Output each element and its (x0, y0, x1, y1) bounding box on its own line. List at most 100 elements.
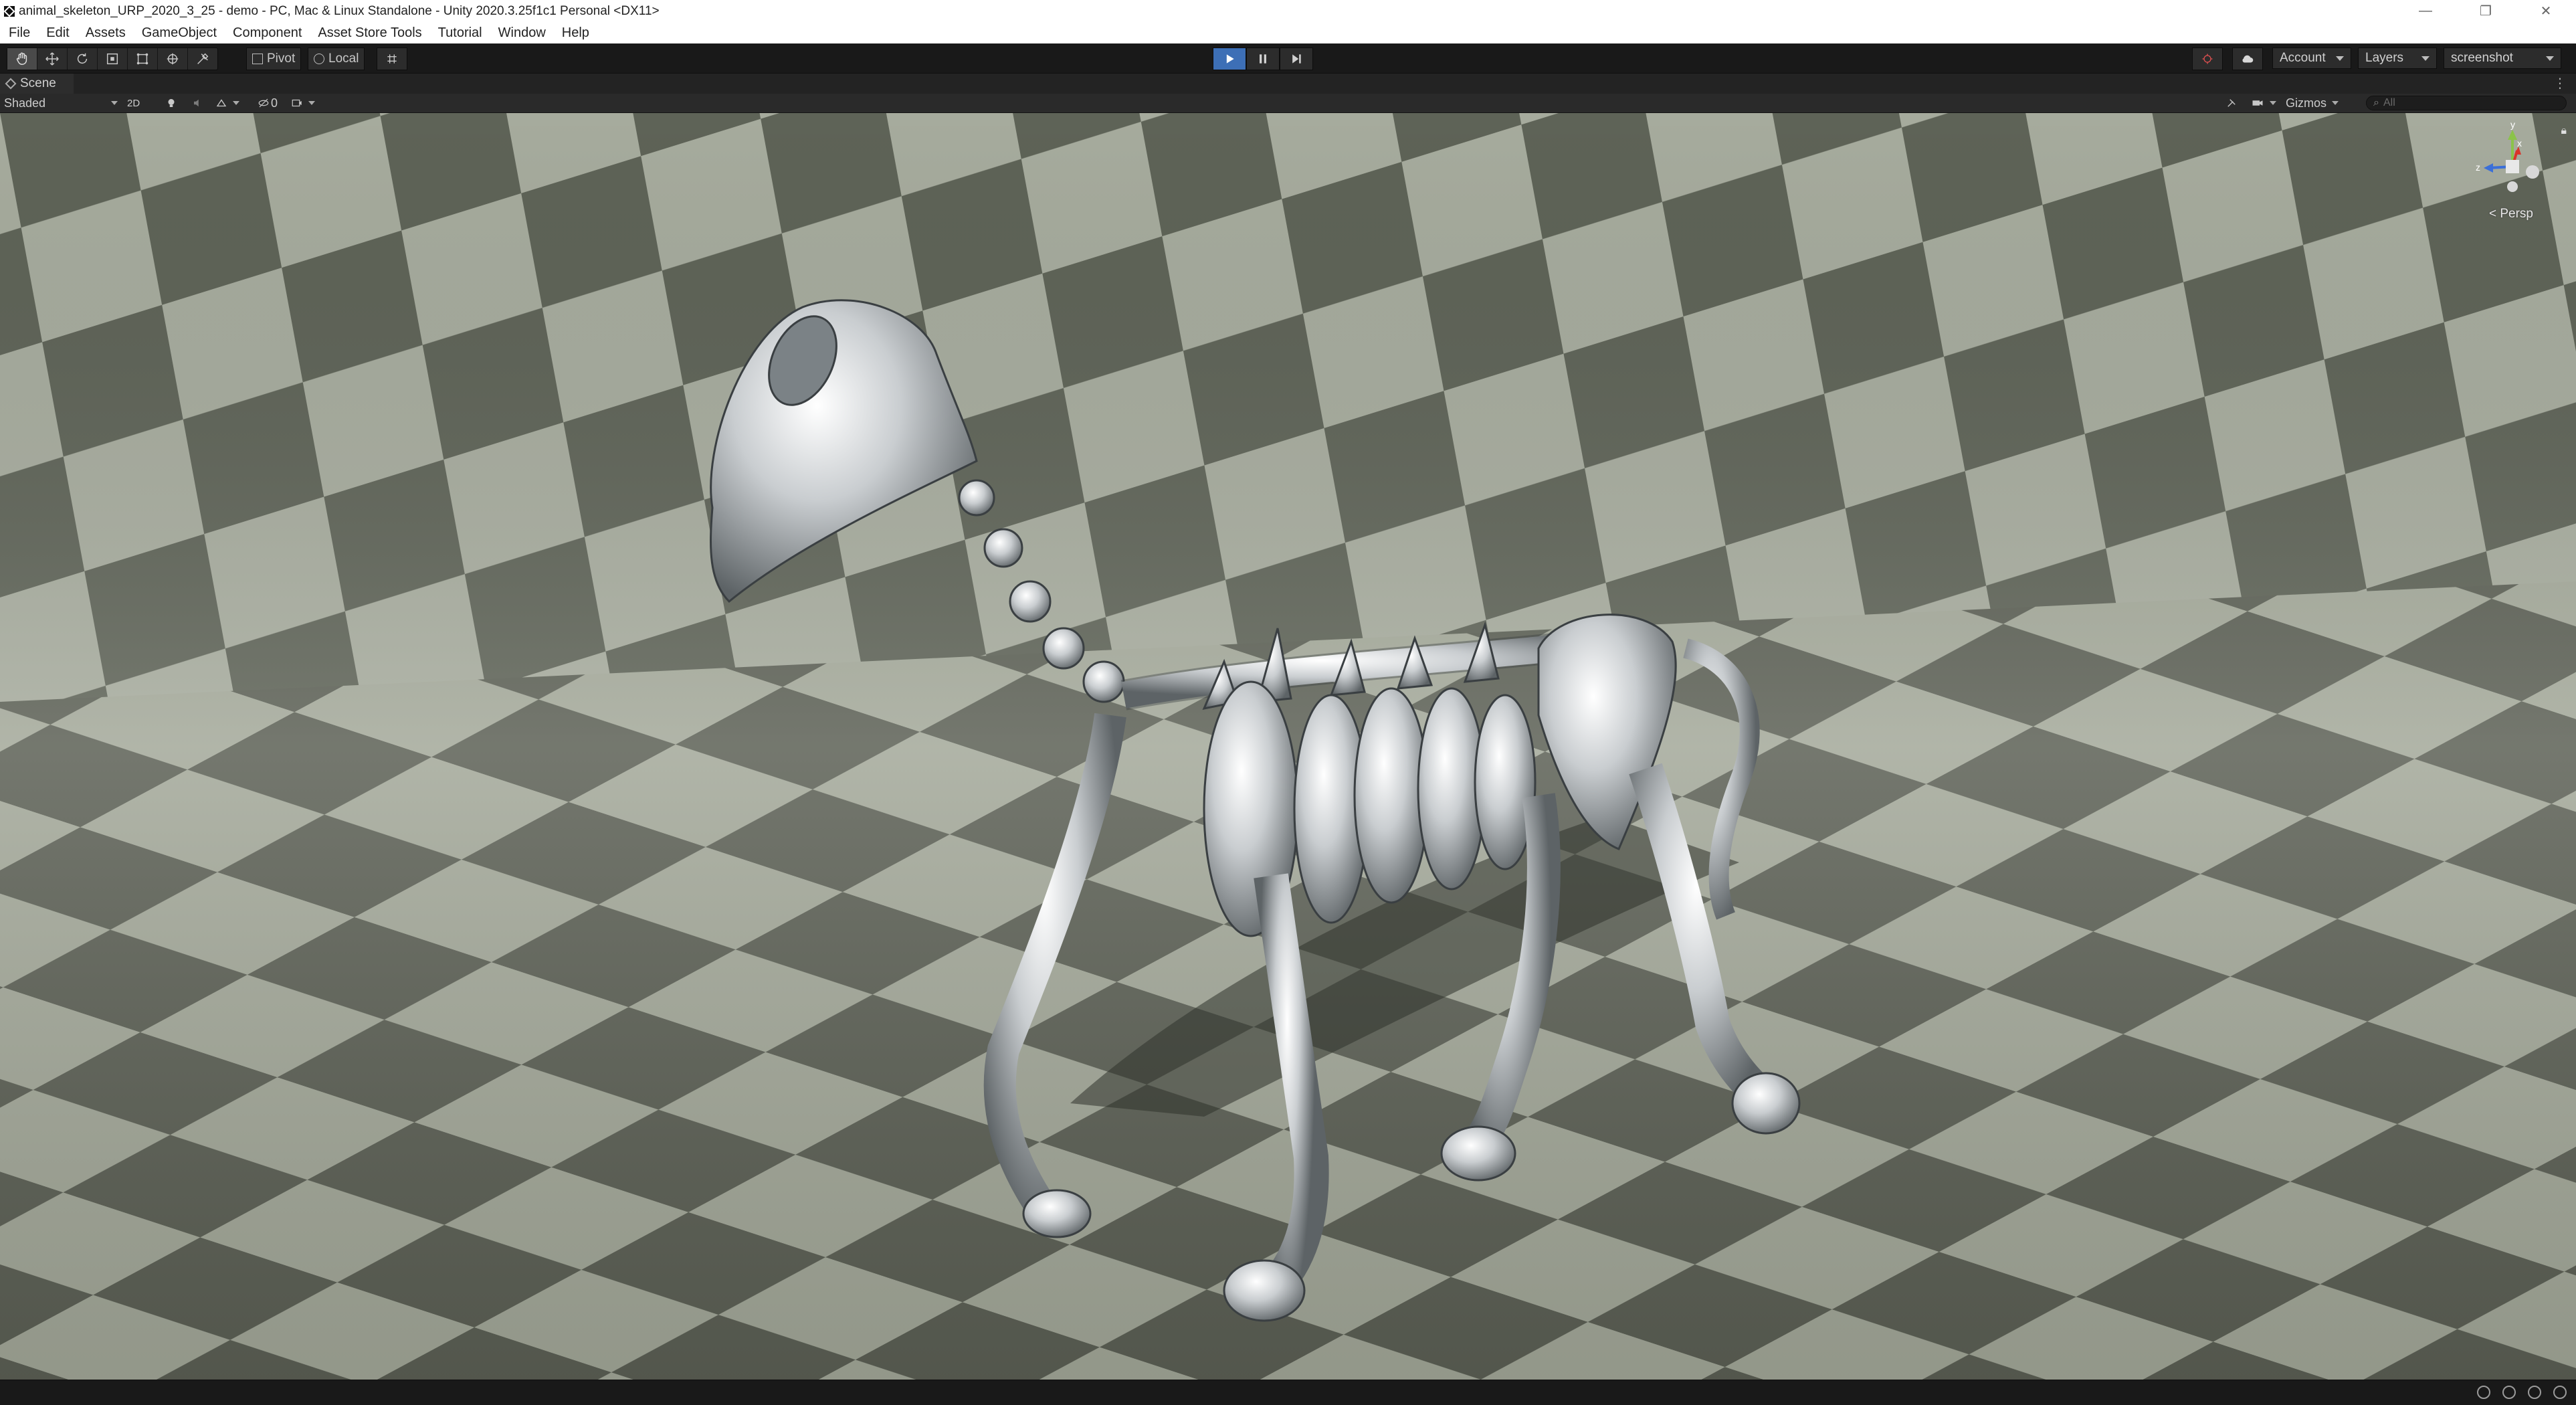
persp-chevron-icon: < (2488, 207, 2497, 221)
debug-icon[interactable] (2477, 1386, 2490, 1399)
menu-edit[interactable]: Edit (38, 25, 77, 41)
speaker-icon (194, 99, 199, 107)
pause-icon (1260, 54, 1266, 64)
effects-icon (216, 99, 227, 107)
chevron-down-icon (2421, 56, 2430, 61)
z-axis-label: z (2476, 162, 2480, 173)
menu-asset-store-tools[interactable]: Asset Store Tools (310, 25, 429, 41)
status-bar (0, 1380, 2576, 1405)
chevron-down-icon (2336, 56, 2344, 61)
step-icon (1292, 54, 1301, 64)
chevron-down-icon (308, 101, 315, 105)
minimize-button[interactable]: — (2395, 0, 2456, 22)
layers-status-icon[interactable] (2502, 1386, 2516, 1399)
account-dropdown[interactable]: Account (2272, 48, 2351, 69)
audio-toggle[interactable] (192, 95, 204, 111)
play-icon (1226, 54, 1234, 64)
play-controls (1213, 48, 1313, 70)
scene-viewport[interactable]: y x z < Persp 🔒︎ (0, 113, 2576, 1380)
hidden-count: 0 (271, 96, 278, 110)
gizmos-label: Gizmos (2286, 96, 2327, 110)
search-icon: ⌕ (2373, 97, 2379, 108)
account-label: Account (2280, 51, 2326, 65)
menu-tutorial[interactable]: Tutorial (430, 25, 490, 41)
scale-tool-button[interactable] (98, 48, 128, 70)
rotate-icon (77, 53, 88, 64)
unity-logo-icon (3, 5, 15, 17)
move-tool-button[interactable] (37, 48, 68, 70)
chevron-down-icon (111, 101, 118, 105)
menu-gameobject[interactable]: GameObject (134, 25, 225, 41)
local-label: Local (328, 52, 359, 66)
chevron-down-icon (2270, 101, 2276, 105)
x-axis-label: x (2517, 138, 2522, 149)
lightbulb-icon (168, 99, 175, 107)
scene-tab-bar: Scene ⋮ (0, 74, 2576, 94)
move-icon (45, 52, 59, 66)
pause-button[interactable] (1246, 48, 1280, 70)
y-axis-handle[interactable] (2508, 130, 2517, 140)
orientation-gizmo[interactable]: y x z (2476, 120, 2549, 220)
tools-icon (2227, 99, 2236, 107)
pivot-label: Pivot (267, 52, 296, 66)
window-title-bar: animal_skeleton_URP_2020_3_25 - demo - P… (0, 0, 2576, 22)
main-toolbar: Pivot Local Account Layers screenshot (0, 43, 2576, 74)
chevron-down-icon (233, 101, 239, 105)
hand-icon (16, 52, 27, 65)
hand-tool-button[interactable] (7, 48, 37, 70)
2d-toggle[interactable]: 2D (127, 95, 140, 111)
cloud-button[interactable] (2232, 48, 2263, 70)
more-options-icon[interactable]: ⋮ (2553, 77, 2567, 90)
y-axis-label: y (2510, 120, 2515, 130)
scene-render (0, 113, 2576, 1380)
progress-icon[interactable] (2553, 1386, 2567, 1399)
camera-settings-dropdown[interactable] (291, 95, 315, 111)
pivot-toggle[interactable]: Pivot (246, 48, 302, 70)
grid-snap-button[interactable] (377, 48, 407, 70)
eye-slash-icon (258, 98, 269, 108)
draw-mode-label: Shaded (4, 96, 46, 110)
scale-icon (106, 53, 118, 65)
tab-scene[interactable]: Scene (0, 74, 74, 94)
scene-icon (5, 78, 17, 90)
transform-tools (7, 48, 218, 70)
scene-view-toolbar: Shaded 2D 0 Gizmos ⌕ All (0, 94, 2576, 113)
lighting-toggle[interactable] (165, 95, 177, 111)
step-button[interactable] (1280, 48, 1313, 70)
menu-file[interactable]: File (0, 25, 38, 41)
menu-help[interactable]: Help (554, 25, 597, 41)
layers-label: Layers (2365, 51, 2404, 65)
gizmos-dropdown[interactable]: Gizmos (2286, 95, 2339, 111)
center-cube[interactable] (2506, 160, 2519, 173)
layout-dropdown[interactable]: screenshot (2444, 48, 2561, 69)
camera-icon (2252, 100, 2263, 106)
scene-search-input[interactable]: ⌕ All (2366, 96, 2567, 110)
transform-tool-button[interactable] (158, 48, 188, 70)
play-button[interactable] (1213, 48, 1246, 70)
z-axis-handle[interactable] (2484, 163, 2493, 173)
menu-bar: File Edit Assets GameObject Component As… (0, 22, 2576, 43)
rotate-tool-button[interactable] (68, 48, 98, 70)
menu-assets[interactable]: Assets (78, 25, 134, 41)
camera-dropdown[interactable] (2251, 95, 2276, 111)
close-button[interactable]: ✕ (2516, 0, 2576, 22)
lock-icon[interactable]: 🔒︎ (2561, 125, 2567, 137)
menu-window[interactable]: Window (490, 25, 554, 41)
local-toggle[interactable]: Local (308, 48, 365, 70)
effects-dropdown[interactable] (215, 95, 239, 111)
transform-icon (167, 53, 179, 65)
collab-button[interactable] (2192, 48, 2223, 70)
window-title: animal_skeleton_URP_2020_3_25 - demo - P… (19, 3, 660, 18)
custom-tool-button[interactable] (188, 48, 217, 70)
hidden-objects-toggle[interactable]: 0 (258, 95, 278, 111)
draw-mode-dropdown[interactable]: Shaded (4, 95, 118, 111)
projection-toggle[interactable]: < Persp (2489, 207, 2533, 221)
tools-toggle[interactable] (2225, 95, 2238, 111)
restore-button[interactable]: ❐ (2456, 0, 2516, 22)
cache-server-icon[interactable] (2528, 1386, 2541, 1399)
layers-dropdown[interactable]: Layers (2358, 48, 2437, 69)
pivot-icon (252, 54, 263, 64)
projection-label: Persp (2500, 207, 2533, 221)
rect-tool-button[interactable] (128, 48, 158, 70)
menu-component[interactable]: Component (225, 25, 310, 41)
